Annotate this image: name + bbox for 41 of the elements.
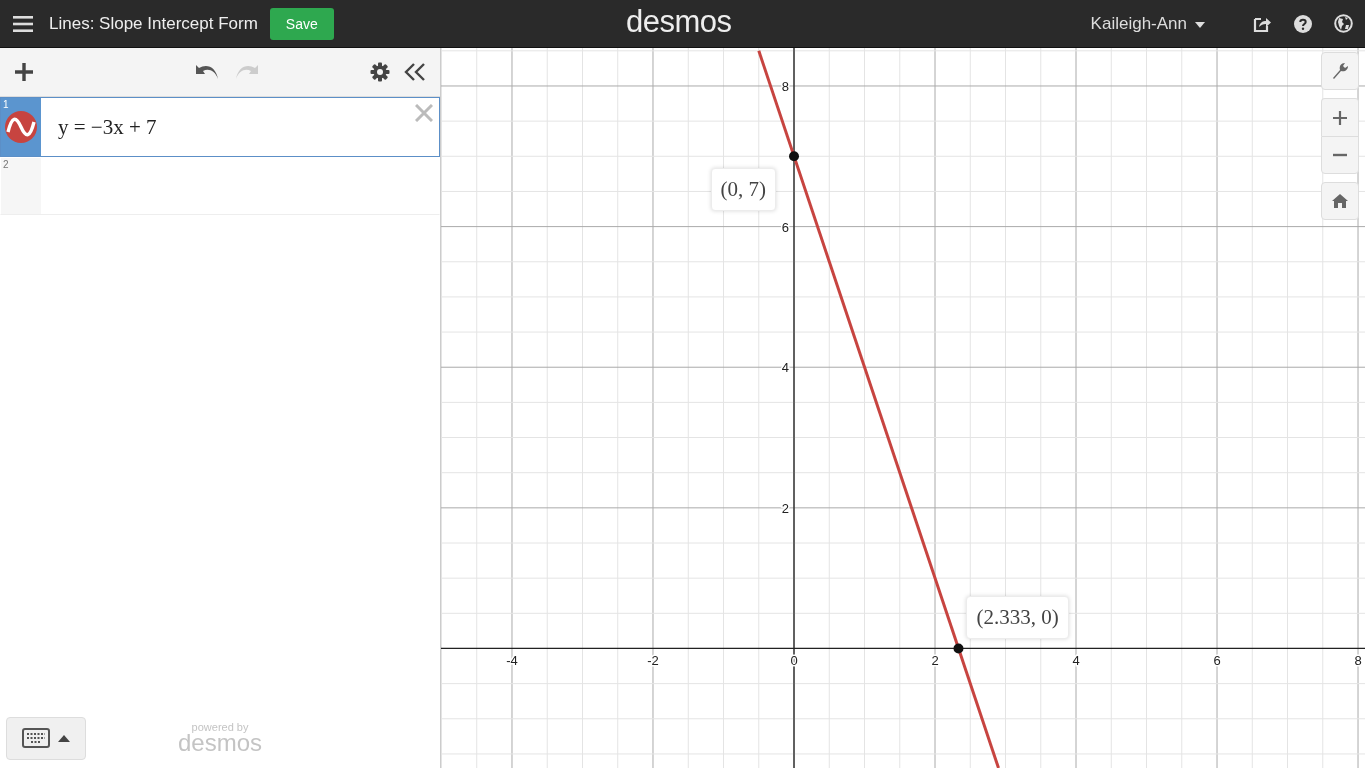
- graph-title[interactable]: Lines: Slope Intercept Form: [49, 13, 258, 34]
- keyboard-button[interactable]: [6, 716, 86, 760]
- x-tick-label: 4: [1072, 653, 1080, 669]
- keyboard-icon: [22, 728, 50, 748]
- zoom-in-button[interactable]: [1321, 98, 1359, 136]
- y-tick-label: 6: [781, 219, 789, 235]
- point-marker[interactable]: [953, 643, 964, 654]
- empty-expression-row[interactable]: 2: [0, 157, 440, 215]
- logo[interactable]: desmos: [626, 4, 732, 40]
- menu-icon[interactable]: [13, 15, 33, 32]
- home-icon: [1331, 193, 1349, 209]
- x-tick-label: 6: [1213, 653, 1221, 669]
- expression-number: 1: [3, 99, 9, 110]
- caret-icon[interactable]: [1195, 21, 1205, 28]
- x-tick-label: -4: [506, 653, 518, 669]
- graph-settings-button[interactable]: [1321, 52, 1359, 90]
- globe-icon[interactable]: [1334, 14, 1353, 33]
- home-button[interactable]: [1321, 182, 1359, 220]
- expression-input[interactable]: y = −3x + 7: [58, 114, 415, 140]
- y-tick-label: 4: [781, 360, 789, 376]
- settings-icon[interactable]: [370, 62, 390, 82]
- help-icon[interactable]: [1294, 14, 1312, 33]
- plus-icon: [1333, 110, 1347, 125]
- add-icon[interactable]: [14, 62, 34, 82]
- graph-style-icon[interactable]: [5, 111, 37, 143]
- caret-icon: [58, 734, 70, 742]
- coordinate-tooltip: (2.333, 0): [966, 596, 1069, 640]
- y-tick-label: 2: [781, 500, 789, 516]
- x-tick-label: 8: [1354, 653, 1362, 669]
- wrench-icon: [1331, 62, 1349, 80]
- collapse-icon[interactable]: [404, 63, 426, 81]
- undo-icon[interactable]: [196, 64, 220, 80]
- x-tick-label: -2: [647, 653, 659, 669]
- coordinate-tooltip: (0, 7): [710, 168, 776, 212]
- y-tick-label: 8: [781, 78, 789, 94]
- expression-number: 2: [3, 159, 9, 170]
- expression-row[interactable]: 1 y = −3x + 7: [0, 97, 440, 157]
- x-tick-label: 2: [931, 653, 939, 669]
- user-menu[interactable]: Kaileigh-Ann: [1090, 13, 1187, 34]
- point-marker[interactable]: [789, 151, 799, 162]
- minus-icon: [1333, 153, 1347, 157]
